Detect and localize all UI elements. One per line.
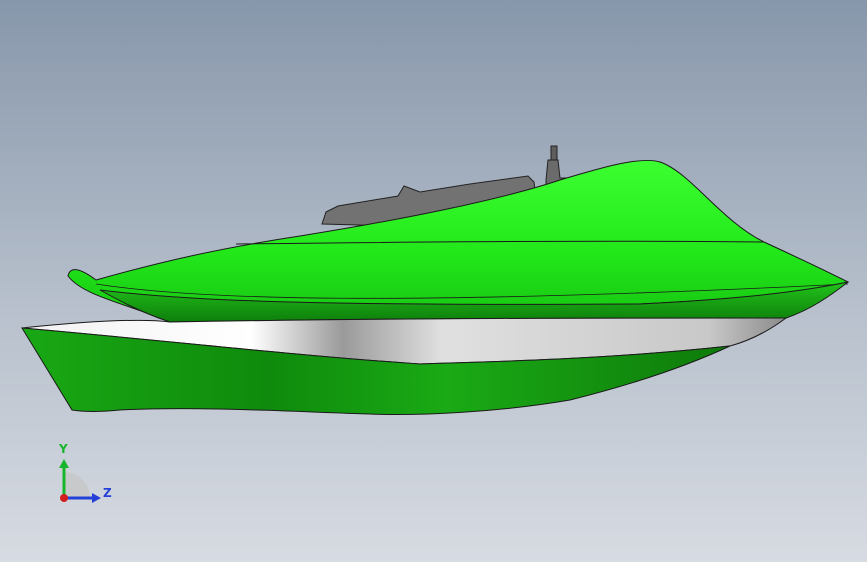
y-axis-label: Y	[59, 442, 68, 456]
graphics-viewport[interactable]: Y Z	[0, 0, 867, 562]
upper-deck[interactable]	[67, 159, 850, 315]
z-axis-label: Z	[103, 486, 112, 500]
boat-model[interactable]	[0, 0, 867, 562]
